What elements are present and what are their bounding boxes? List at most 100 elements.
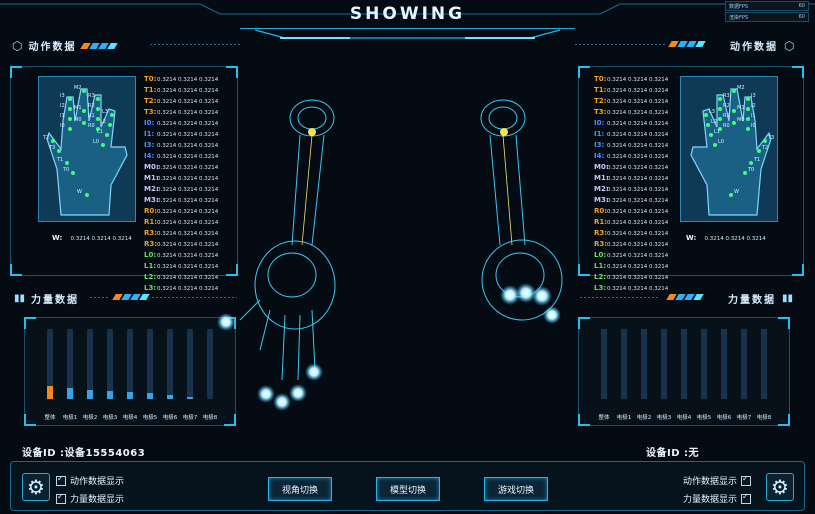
glow-node: [257, 385, 275, 403]
left-motion-header: ⬡ 动作数据: [12, 38, 119, 53]
joint-label: T3:: [144, 108, 157, 116]
right-motion-title: 动作数据: [730, 42, 778, 53]
joint-tag: I2: [60, 103, 65, 109]
bar: [87, 390, 93, 399]
model-switch-button[interactable]: 模型切换: [376, 477, 440, 501]
right-force-header: 力量数据 ▮▮: [728, 291, 793, 306]
joint-label: I3:: [144, 141, 155, 149]
right-settings-gear-icon[interactable]: ⚙: [766, 473, 794, 501]
left-w-label: W:: [52, 234, 63, 242]
joint-label: I0:: [144, 119, 155, 127]
joint-node: [105, 133, 109, 137]
joint-label: R0:: [144, 207, 158, 215]
joint-tag: L3: [709, 109, 715, 115]
bar-chart-icon: ▮▮: [782, 293, 794, 304]
joint-label: T1:: [144, 86, 157, 94]
bar-track: [621, 329, 627, 399]
joint-node: [743, 171, 747, 175]
left-w-row: W: 0.3214 0.3214 0.3214: [52, 234, 132, 242]
right-hand-map: M2 R3 R2 R1 R0 M1 M0 I3 I2 I1 I0 L3 L2 L1 L0 T3 T2 T1 T0 W: [680, 76, 778, 222]
joint-node: [757, 149, 761, 153]
bar-track: [721, 329, 727, 399]
joint-node: [732, 89, 736, 93]
divider: [150, 44, 240, 45]
joint-tag: T3: [767, 135, 774, 141]
joint-node: [713, 143, 717, 147]
joint-tag: R3: [88, 93, 95, 99]
joint-node: [82, 109, 86, 113]
game-switch-button[interactable]: 游戏切换: [484, 477, 548, 501]
left-glove-model: [239, 99, 336, 381]
joint-node: [96, 107, 100, 111]
joint-tag: R2: [88, 103, 95, 109]
joint-tag: T2: [42, 135, 49, 141]
glow-node: [543, 306, 561, 324]
joint-label: T2:: [144, 97, 157, 105]
bar-track: [167, 329, 173, 399]
checkbox-box[interactable]: [741, 474, 752, 486]
joint-node: [51, 139, 55, 143]
joint-tag: R3: [723, 93, 730, 99]
glove-model-view[interactable]: [200, 90, 620, 420]
checkbox-label: 动作数据显示: [70, 477, 125, 487]
bar-chart-icon: ▮▮: [14, 293, 26, 304]
left-motion-title: 动作数据: [28, 42, 77, 53]
left-settings-gear-icon[interactable]: ⚙: [22, 473, 50, 501]
right-w-row: W: 0.3214 0.3214 0.3214: [686, 234, 766, 242]
joint-label: I1:: [144, 130, 155, 138]
bar-track: [681, 329, 687, 399]
glow-node: [217, 313, 235, 331]
joint-tag: M1: [737, 105, 745, 111]
joint-label: T0:: [594, 75, 607, 83]
checkbox-box[interactable]: [741, 492, 752, 504]
bar-track: [661, 329, 667, 399]
glow-node: [273, 393, 291, 411]
left-force-display-checkbox[interactable]: 力量数据显示: [56, 492, 124, 505]
bar-label: 电极5: [142, 415, 158, 421]
joint-node: [110, 113, 114, 117]
glow-node: [305, 363, 323, 381]
bar-track: [187, 329, 193, 399]
bar-track: [87, 329, 93, 399]
glow-node: [289, 384, 307, 402]
joint-tag: I3: [60, 93, 65, 99]
view-switch-button[interactable]: 视角切换: [268, 477, 332, 501]
right-device-id: 设备ID :无: [646, 448, 700, 459]
right-force-display-checkbox[interactable]: 力量数据显示: [683, 492, 752, 505]
bar-track: [641, 329, 647, 399]
joint-node: [746, 127, 750, 131]
left-wrist-node: [308, 128, 316, 136]
bar-label: 电极4: [676, 415, 692, 421]
checkbox-box[interactable]: [56, 492, 66, 504]
joint-node: [68, 107, 72, 111]
render-fps-value: 60: [798, 14, 805, 20]
right-motion-display-checkbox[interactable]: 动作数据显示: [683, 474, 752, 487]
bar-track: [127, 329, 133, 399]
joint-node: [732, 121, 736, 125]
bar-label: 电极6: [162, 415, 178, 421]
joint-label: T0:: [144, 75, 157, 83]
divider: [90, 297, 110, 298]
bar-label: 电极2: [82, 415, 98, 421]
joint-tag: R2: [723, 103, 730, 109]
bar: [147, 393, 153, 399]
bar-track: [147, 329, 153, 399]
checkbox-box[interactable]: [56, 474, 66, 486]
joint-tag: T1: [753, 157, 760, 163]
joint-node: [704, 113, 708, 117]
data-fps: 数据FPS 60: [725, 1, 809, 11]
bar: [167, 395, 173, 399]
joint-tag: L2: [711, 119, 717, 125]
joint-tag: I3: [751, 93, 756, 99]
stripes-icon: [80, 42, 119, 49]
joint-tag: I2: [751, 103, 756, 109]
joint-node: [96, 97, 100, 101]
left-motion-display-checkbox[interactable]: 动作数据显示: [56, 474, 124, 487]
glow-node: [532, 286, 552, 306]
bar-label: 电极2: [636, 415, 652, 421]
joint-tag: L2: [100, 119, 106, 125]
bar-label: 电极7: [182, 415, 198, 421]
joint-label: M3:: [144, 196, 159, 204]
right-wrist-node: [500, 128, 508, 136]
left-check-group: 动作数据显示 力量数据显示: [56, 474, 124, 505]
